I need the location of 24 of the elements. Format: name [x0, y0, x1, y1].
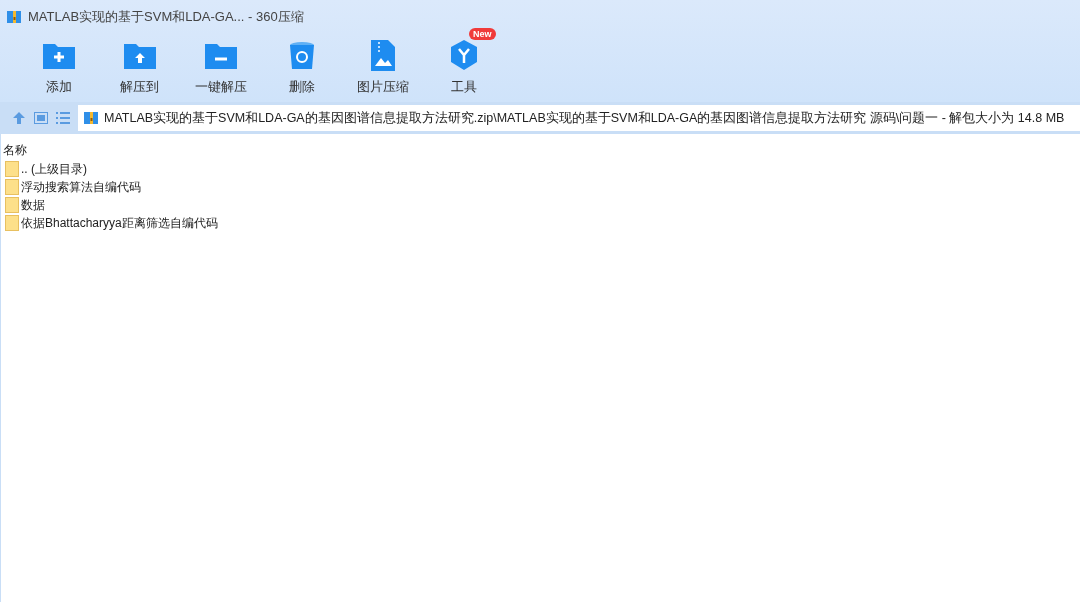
toolbar-button[interactable]: 图片压缩	[342, 28, 423, 102]
address-path: MATLAB实现的基于SVM和LDA-GA的基因图谱信息提取方法研究.zip\MATLAB实现的基于SVM和LDA-GA的基因图谱信息提取方法研究 源码\问题一 - 解包大小为 14.8 MB	[104, 109, 1065, 127]
folder-icon	[5, 215, 19, 231]
file-name[interactable]: 依据Bhattacharyya距离筛选自编代码	[21, 214, 218, 232]
file-name[interactable]: 数据	[21, 196, 45, 214]
archive-icon	[6, 9, 22, 25]
thumbnail-view-icon[interactable]	[34, 112, 48, 124]
address-bar[interactable]: MATLAB实现的基于SVM和LDA-GA的基因图谱信息提取方法研究.zip\MATLAB实现的基于SVM和LDA-GA的基因图谱信息提取方法研究 源码\问题一 - 解包大小为 14.8 MB	[78, 105, 1080, 131]
new-badge: New	[469, 28, 496, 40]
folder-icon	[5, 161, 19, 177]
toolbar-button[interactable]: New 工具	[423, 28, 504, 102]
toolbar-button[interactable]: 删除	[261, 28, 342, 102]
toolbar-button[interactable]: 解压到	[99, 28, 180, 102]
folder-icon	[5, 179, 19, 195]
file-name[interactable]: .. (上级目录)	[21, 160, 87, 178]
window-title: MATLAB实现的基于SVM和LDA-GA... - 360压缩	[28, 8, 304, 26]
folder-icon	[5, 197, 19, 213]
up-arrow-icon[interactable]	[12, 111, 26, 125]
archive-icon	[83, 110, 99, 126]
file-name[interactable]: 浮动搜索算法自编代码	[21, 178, 141, 196]
toolbar-button[interactable]: 添加	[18, 28, 99, 102]
toolbar-button[interactable]: 一键解压	[180, 28, 261, 102]
column-header[interactable]: 名称	[1, 142, 1080, 160]
list-view-icon[interactable]	[56, 112, 70, 124]
